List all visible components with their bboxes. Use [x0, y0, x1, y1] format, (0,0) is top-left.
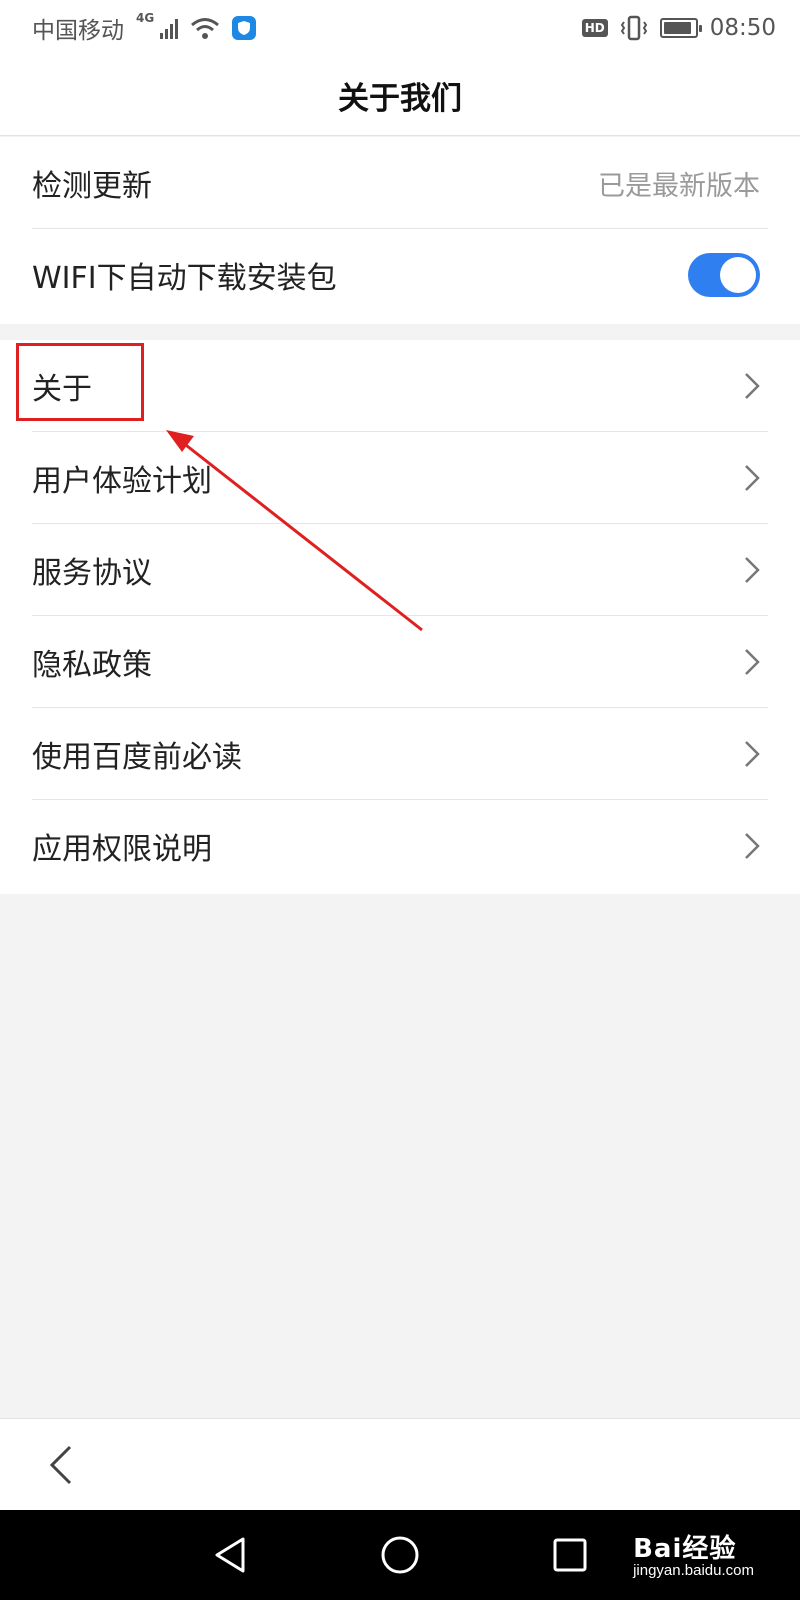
nav-back-button[interactable] — [200, 1510, 260, 1600]
watermark-logo-text: Bai经验 — [633, 1534, 737, 1564]
menu-item-must-read[interactable]: 使用百度前必读 — [0, 708, 800, 800]
status-bar: 中国移动 4G HD 08:50 — [0, 0, 800, 56]
nav-recents-button[interactable] — [540, 1510, 600, 1600]
page-title: 关于我们 — [338, 81, 462, 117]
clock: 08:50 — [709, 15, 776, 41]
chevron-right-icon — [745, 741, 760, 767]
wifi-auto-download-label: WIFI下自动下载安装包 — [32, 261, 337, 296]
about-menu-list: 关于 用户体验计划 服务协议 隐私政策 使用百度前必读 应用权限说明 — [0, 340, 800, 894]
menu-item-app-permissions[interactable]: 应用权限说明 — [0, 800, 800, 892]
security-shield-icon — [232, 16, 257, 40]
chevron-right-icon — [745, 649, 760, 675]
check-update-label: 检测更新 — [32, 169, 152, 204]
nav-home-button[interactable] — [370, 1510, 430, 1600]
menu-item-label: 应用权限说明 — [32, 832, 212, 867]
back-arrow-icon[interactable] — [48, 1444, 74, 1486]
chevron-right-icon — [745, 833, 760, 859]
signal-icon — [160, 17, 179, 39]
wifi-auto-download-row: WIFI下自动下载安装包 — [0, 229, 800, 321]
check-update-row[interactable]: 检测更新 已是最新版本 — [0, 137, 800, 229]
wifi-auto-download-toggle[interactable] — [688, 253, 760, 297]
menu-item-privacy-policy[interactable]: 隐私政策 — [0, 616, 800, 708]
nav-recents-icon — [553, 1538, 587, 1572]
chevron-right-icon — [745, 373, 760, 399]
header: 关于我们 — [0, 56, 800, 136]
update-settings-group: 检测更新 已是最新版本 WIFI下自动下载安装包 — [0, 137, 800, 324]
carrier-name: 中国移动 — [32, 18, 124, 44]
update-status-text: 已是最新版本 — [598, 170, 760, 202]
menu-item-label: 用户体验计划 — [32, 464, 212, 499]
menu-item-label: 使用百度前必读 — [32, 740, 242, 775]
menu-item-user-experience-plan[interactable]: 用户体验计划 — [0, 432, 800, 524]
vibrate-icon — [620, 15, 647, 41]
battery-icon — [659, 18, 702, 38]
menu-item-label: 服务协议 — [32, 556, 152, 591]
menu-item-label: 隐私政策 — [32, 648, 152, 683]
baidu-jingyan-watermark: Bai经验 jingyan.baidu.com — [633, 1534, 754, 1580]
hd-badge: HD — [581, 19, 608, 37]
annotation-highlight-box — [16, 343, 144, 421]
system-nav-bar: Bai经验 jingyan.baidu.com — [0, 1510, 800, 1600]
bottom-bar — [0, 1418, 800, 1510]
toggle-knob — [720, 257, 756, 293]
chevron-right-icon — [745, 465, 760, 491]
menu-item-service-agreement[interactable]: 服务协议 — [0, 524, 800, 616]
network-type: 4G — [136, 11, 155, 25]
nav-home-icon — [381, 1536, 419, 1574]
chevron-right-icon — [745, 557, 760, 583]
wifi-icon — [191, 18, 220, 39]
nav-back-icon — [215, 1537, 245, 1573]
watermark-url: jingyan.baidu.com — [633, 1562, 754, 1580]
